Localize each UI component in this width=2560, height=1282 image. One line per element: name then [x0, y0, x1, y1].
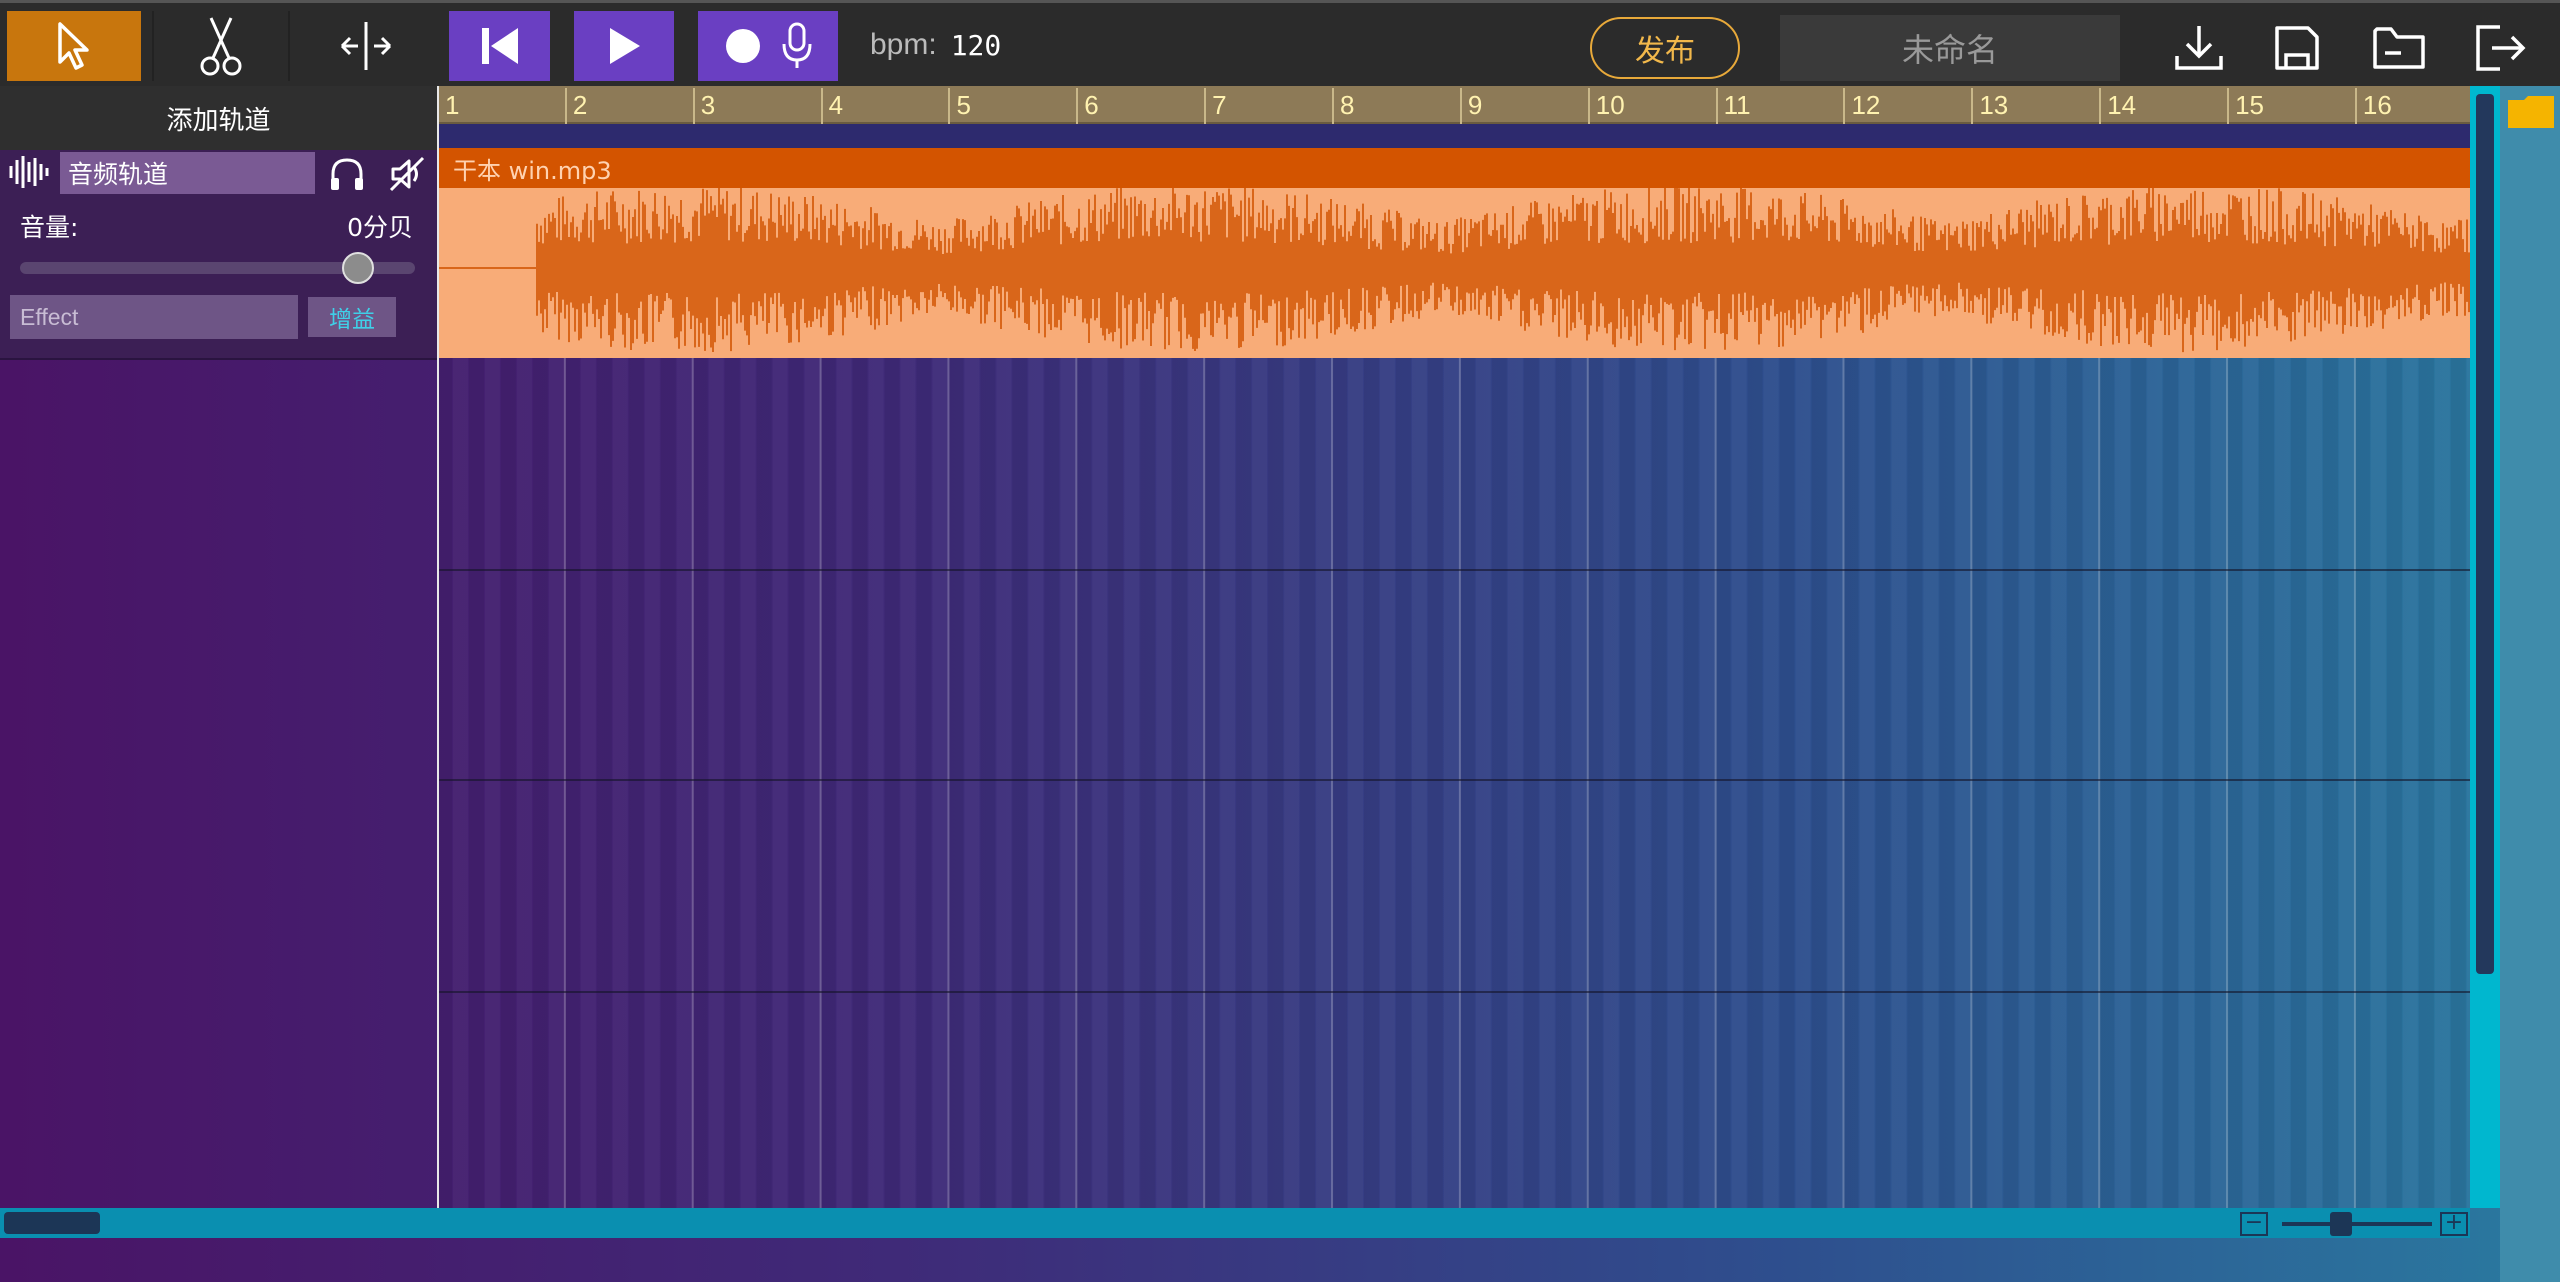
volume-value: 0分贝: [347, 213, 413, 242]
track-name-field[interactable]: 音频轨道: [60, 152, 315, 194]
ruler-tick: 1: [437, 88, 459, 124]
toolbar: bpm: 120 发布 未命名: [0, 0, 2560, 86]
bpm-display: bpm: 120: [870, 25, 1001, 65]
ruler-tick: 14: [2099, 88, 2136, 124]
ruler-tick: 12: [1843, 88, 1880, 124]
bottom-strip: [0, 1238, 2500, 1282]
ruler-tick: 10: [1587, 88, 1625, 124]
ruler-tick: 6: [1076, 88, 1099, 124]
audio-clip[interactable]: 干本 win.mp3: [437, 148, 2470, 358]
split-icon: [340, 22, 392, 70]
scissors-icon: [200, 17, 242, 76]
waveform: [437, 188, 2470, 358]
effect-input[interactable]: Effect: [10, 295, 298, 339]
skip-back-icon: [481, 28, 518, 64]
download-button[interactable]: [2168, 17, 2230, 79]
folder-tab-icon[interactable]: [2506, 94, 2556, 130]
zoom-slider[interactable]: [2282, 1222, 2432, 1226]
logout-icon: [2476, 25, 2526, 71]
play-icon: [610, 28, 640, 64]
volume-slider-knob[interactable]: [342, 252, 374, 284]
project-name-field[interactable]: 未命名: [1780, 15, 2120, 81]
track-header: 音频轨道 音量: 0分贝 Effect 增益: [0, 150, 437, 360]
save-button[interactable]: [2266, 17, 2328, 79]
vertical-scrollbar-thumb[interactable]: [2476, 94, 2494, 974]
publish-button[interactable]: 发布: [1590, 17, 1740, 79]
volume-label: 音量:: [20, 213, 79, 242]
rewind-button[interactable]: [449, 11, 550, 81]
ruler-tick: 13: [1971, 88, 2008, 124]
ruler-tick: 8: [1332, 88, 1355, 124]
zoom-in-button[interactable]: +: [2440, 1212, 2468, 1236]
record-icon: [725, 29, 760, 63]
zoom-out-button[interactable]: −: [2240, 1212, 2268, 1236]
ruler-tick: 3: [692, 88, 715, 124]
cut-tool-button[interactable]: [152, 11, 290, 81]
zoom-slider-knob[interactable]: [2330, 1212, 2352, 1236]
speaker-mute-icon: [389, 156, 425, 192]
ruler-tick: 16: [2354, 88, 2392, 124]
clip-title: 干本 win.mp3: [437, 148, 2470, 188]
mute-button[interactable]: [387, 154, 427, 194]
loop-region-bar[interactable]: [437, 124, 2470, 148]
horizontal-scrollbar[interactable]: [0, 1208, 2470, 1238]
track-grid[interactable]: [437, 358, 2470, 1208]
ruler-tick: 11: [1715, 88, 1751, 124]
waveform-path: [536, 188, 2470, 353]
folder-icon: [2373, 27, 2425, 69]
ruler-tick: 9: [1459, 88, 1482, 124]
ruler-tick: 15: [2227, 88, 2264, 124]
headphones-icon: [331, 158, 363, 190]
gain-button[interactable]: 增益: [308, 297, 396, 337]
side-strip: [2500, 86, 2560, 1282]
add-track-button[interactable]: 添加轨道: [0, 86, 437, 150]
horizontal-scrollbar-thumb[interactable]: [4, 1212, 100, 1234]
save-icon: [2275, 26, 2319, 70]
record-button[interactable]: [698, 11, 838, 81]
microphone-icon: [782, 22, 811, 68]
download-icon: [2175, 26, 2223, 70]
bpm-value[interactable]: 120: [951, 29, 1002, 62]
open-button[interactable]: [2368, 17, 2430, 79]
bpm-label: bpm:: [870, 28, 937, 61]
audio-wave-icon: [8, 150, 52, 194]
ruler-tick: 7: [1204, 88, 1227, 124]
ruler-tick: 2: [564, 88, 587, 124]
select-tool-button[interactable]: [7, 11, 141, 81]
ruler-tick: 5: [948, 88, 971, 124]
playhead[interactable]: [437, 86, 439, 1208]
cursor-arrow-icon: [58, 22, 89, 70]
play-button[interactable]: [574, 11, 674, 81]
exit-button[interactable]: [2470, 17, 2532, 79]
split-tool-button[interactable]: [296, 11, 436, 81]
timeline-ruler[interactable]: 1 2 3 4 5 6 7 8 9 10 11 12 13 14 15 16: [437, 86, 2470, 124]
ruler-tick: 4: [820, 88, 843, 124]
solo-button[interactable]: [327, 154, 367, 194]
